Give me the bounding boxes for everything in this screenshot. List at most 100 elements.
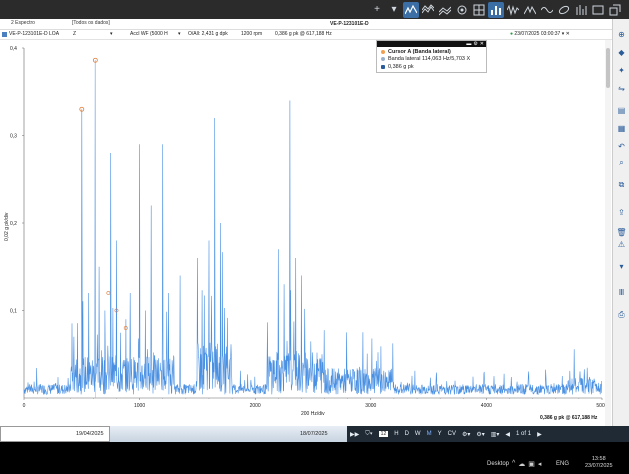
grid-plot-icon[interactable] [471,2,487,18]
export-icon[interactable]: ⇪ [616,207,627,218]
period-week[interactable]: W [415,431,421,437]
period-year[interactable]: Y [438,431,442,437]
y-tick-label: 0,2 [10,221,17,227]
period-month[interactable]: M [427,431,432,437]
spectrum-chart[interactable]: 0,40,30,20,10100020003000400050000,02 g … [0,40,612,426]
y-axis-label: 0,02 g pk/div [4,212,10,241]
cursor-readout: 0,386 g pk @ 617,188 Hz [275,31,332,37]
tab-spectrum[interactable]: 2 Espectro [11,20,35,26]
measurement-selector[interactable]: Accl WF (5000 H [130,31,168,37]
tab-bar: 2 Espectro [Todos os dados] [0,19,612,30]
print-icon[interactable]: ⎙ [616,309,627,320]
period-hour[interactable]: H [394,431,398,437]
phase-icon[interactable] [522,2,538,18]
tray-chevron-icon[interactable]: ^ [512,460,515,468]
x-tick-label: 0 [23,403,26,409]
direction-selector[interactable]: Z [73,31,76,37]
y-tick-label: 0,1 [10,309,17,315]
play-forward-icon[interactable]: ▶▶ [350,431,359,438]
back-icon[interactable]: ↶ [616,141,627,152]
sideband-text: Banda lateral 114,063 Hz/5,703 X [388,56,471,62]
prev-page-icon[interactable]: ◀ [505,431,510,438]
clock[interactable]: 13:58 23/07/2025 [585,456,613,470]
overall-value: O/All: 2,431 g dpk [188,31,228,37]
language-indicator[interactable]: ENG [556,461,569,467]
minimize-icon[interactable]: ▬ [466,41,471,47]
orbit-icon[interactable] [454,2,470,18]
timeline-track[interactable]: 19/04/2025 18/07/2025 [0,426,347,442]
scroll-thumb[interactable] [606,48,610,88]
count-field[interactable]: 12 [378,431,389,437]
right-toolbar: ⊕ ◆ ✦ ⇋ ▤ ▦ ↶ ⌕ ⧉ ⇪ 🗑 ⚠ ▾ Ⅲ ⎙ [612,19,629,426]
filter-funnel-icon[interactable]: ⛉▾ [365,431,372,438]
statistics-icon[interactable]: Ⅲ [616,287,627,298]
windows-taskbar: Desktop ^ ☁ ▣ ◂ ENG 13:58 23/07/2025 [0,442,629,474]
timeline-end-date: 18/07/2025 [300,431,328,437]
filter-icon[interactable]: ▾ [616,261,627,272]
alarm-icon[interactable]: ⚠ [616,239,627,250]
settings-gear-icon[interactable]: ⚙▾ [462,431,470,438]
waterfall-icon[interactable] [420,2,436,18]
cursor-tool-icon[interactable]: ⊕ [616,29,627,40]
marker-tool-icon[interactable]: ◆ [616,47,627,58]
direction-chevron-icon[interactable]: ▾ [110,31,113,37]
trend-icon[interactable] [437,2,453,18]
tray-icons: ^ ☁ ▣ ◂ [512,460,541,468]
x-tick-label: 1000 [134,403,145,409]
close-icon[interactable]: ✕ [480,41,484,47]
measurement-date[interactable]: ● 23/07/2025 03:00:37 ▾ ✕ [510,31,570,37]
vertical-scrollbar[interactable] [605,40,611,426]
cursor-marker-icon [381,49,385,54]
layout-icon[interactable]: ▥▾ [491,431,500,438]
delete-icon[interactable]: 🗑 [616,227,627,238]
cursor-title: Cursor A (Banda lateral) [381,49,451,55]
timeline-bar: 19/04/2025 18/07/2025 ▶▶ ⛉▾ 12 H D W M Y… [0,426,629,442]
cloud-icon[interactable]: ☁ [518,460,525,468]
period-cv[interactable]: CV [448,431,456,437]
wave-icon[interactable] [539,2,555,18]
expand-icon[interactable] [607,2,623,18]
cascade-icon[interactable] [590,2,606,18]
settings-icon[interactable]: ⚙ [473,41,477,47]
x-tick-label: 2000 [250,403,261,409]
filter-gear-icon[interactable]: ⚙▾ [476,431,484,438]
volume-icon[interactable]: ◂ [538,460,542,468]
sideband-tool-icon[interactable]: ⇋ [616,83,627,94]
spectrum-line [23,60,602,396]
dropdown-icon[interactable]: ▾ [386,2,402,18]
multi-spectrum-icon[interactable] [573,2,589,18]
page-indicator: 1 of 1 [516,431,532,437]
fault-frequency-icon[interactable]: ▦ [616,123,627,134]
polar-icon[interactable] [556,2,572,18]
date-status-icon: ● [510,31,514,37]
x-tick-label: 4000 [481,403,492,409]
speed-value: 1200 rpm [241,31,263,37]
add-icon[interactable]: + [369,2,385,18]
document-icon[interactable]: ▤ [616,105,627,116]
period-day[interactable]: D [405,431,409,437]
top-toolbar: + ▾ [0,0,629,19]
next-page-icon[interactable]: ▶ [537,431,542,438]
bar-chart-icon[interactable] [488,1,504,18]
zoom-icon[interactable]: ⌕ [616,157,627,168]
date-text: 23/07/2025 03:00:37 [514,31,561,37]
tab-all-data[interactable]: [Todos os dados] [72,20,110,26]
amplitude-line: 0,386 g pk [381,64,414,70]
desktop-label[interactable]: Desktop [487,461,509,467]
measurement-chevron-icon[interactable]: ▾ [178,31,181,37]
harmonic-tool-icon[interactable]: ✦ [616,65,627,76]
checkbox-icon[interactable] [381,64,385,69]
waveform-icon[interactable] [505,2,521,18]
cursor-info-box[interactable]: ▬ ⚙ ✕ Cursor A (Banda lateral) Banda lat… [376,40,487,73]
sideband-marker [106,291,111,295]
network-icon[interactable]: ▣ [528,460,535,468]
sideband-marker-icon [381,56,385,61]
copy-icon[interactable]: ⧉ [616,179,627,190]
amplitude-text: 0,386 g pk [388,64,414,70]
spectrum-plot-icon[interactable] [403,1,419,18]
timeline-start-date: 19/04/2025 [76,431,104,437]
cursor-box-header: ▬ ⚙ ✕ [377,41,486,47]
spectrum-svg[interactable]: 0,40,30,20,10100020003000400050000,02 g … [0,40,606,426]
y-tick-label: 0,3 [10,134,17,140]
asset-selector[interactable]: VE-P-123101E-D LOA [9,31,59,37]
